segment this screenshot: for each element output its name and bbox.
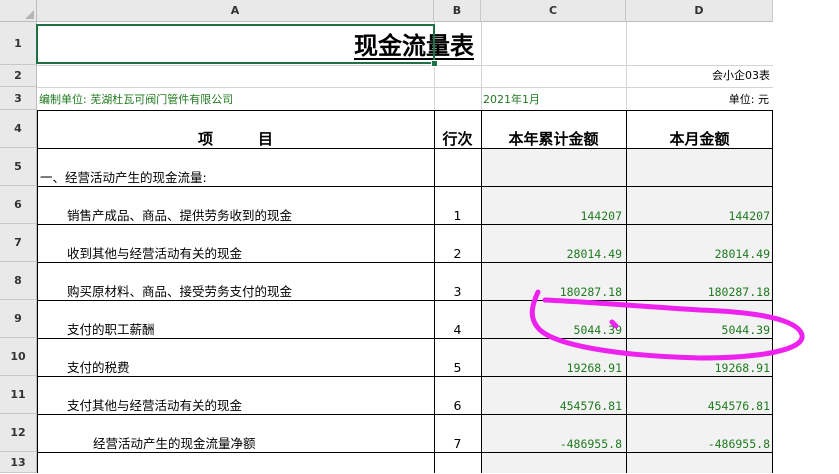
spreadsheet: A B C D 1 2 3 4 5 6 7 8 9 10 11 12 13 现金…: [0, 0, 839, 473]
hand-drawn-circle-annotation: [529, 289, 805, 361]
